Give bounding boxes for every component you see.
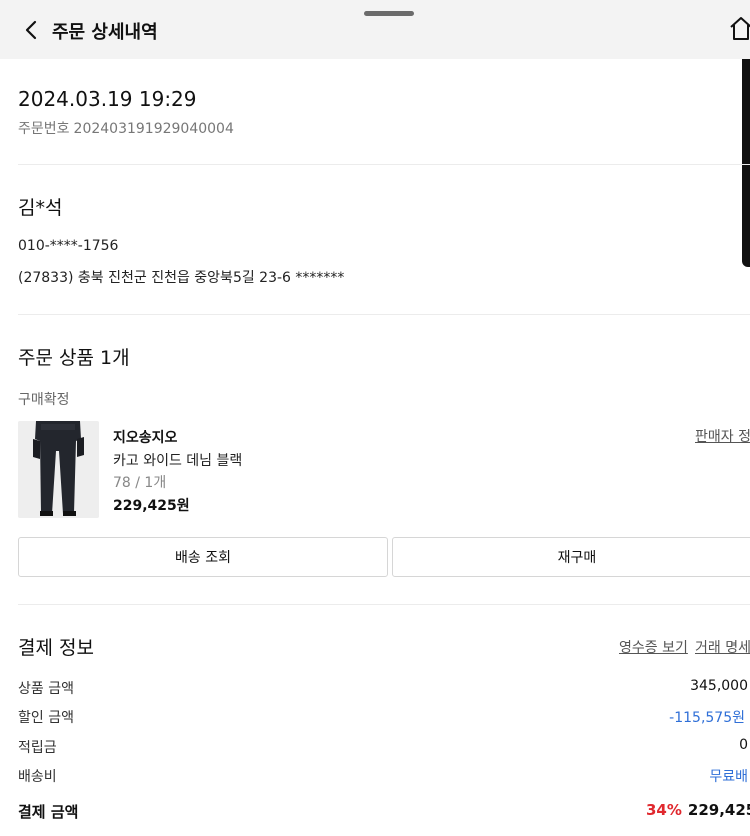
divider <box>18 604 750 605</box>
track-delivery-button[interactable]: 배송 조회 <box>18 537 388 577</box>
payment-info-title: 결제 정보 <box>18 637 94 659</box>
product-option: 78 / 1개 <box>113 475 167 491</box>
shipping-fee-value: 무료배 <box>709 769 748 785</box>
points-label: 적립금 <box>18 740 57 756</box>
order-number-label: 주문번호 <box>18 121 70 137</box>
transaction-statement-link[interactable]: 거래 명세 <box>695 637 750 657</box>
divider <box>18 164 750 165</box>
seller-info-link[interactable]: 판매자 정 <box>695 426 750 446</box>
points-value: 0 <box>739 737 748 753</box>
shipping-fee-label: 배송비 <box>18 769 57 785</box>
discount-amount-value: -115,575원 <box>669 710 745 726</box>
sheet-grabber-handle[interactable] <box>364 11 414 16</box>
order-status: 구매확정 <box>18 392 70 408</box>
order-datetime: 2024.03.19 19:29 <box>18 87 197 111</box>
home-button[interactable] <box>728 14 750 42</box>
rebuy-button[interactable]: 재구매 <box>392 537 750 577</box>
total-payment-value: 229,425 <box>687 801 750 819</box>
divider <box>18 314 750 315</box>
product-amount-label: 상품 금액 <box>18 681 74 697</box>
product-price: 229,425원 <box>113 498 190 514</box>
product-brand[interactable]: 지오송지오 <box>113 427 177 447</box>
chevron-left-icon <box>25 20 37 40</box>
discount-amount-label: 할인 금액 <box>18 710 74 726</box>
order-number: 주문번호 202403191929040004 <box>18 118 234 138</box>
back-button[interactable] <box>18 16 46 44</box>
product-amount-value: 345,000 <box>690 678 748 694</box>
home-icon <box>730 17 750 40</box>
ordered-items-title: 주문 상품 1개 <box>18 347 130 369</box>
recipient-name: 김*석 <box>18 197 63 219</box>
receipt-link[interactable]: 영수증 보기 <box>619 637 688 657</box>
scrollbar[interactable] <box>742 59 750 267</box>
pants-image <box>18 421 99 518</box>
recipient-phone: 010-****-1756 <box>18 238 119 254</box>
recipient-address: (27833) 충북 진천군 진천읍 중앙북5길 23-6 ******* <box>18 270 345 286</box>
total-payment-label: 결제 금액 <box>18 803 79 821</box>
total-payment: 34% 229,425 <box>646 801 750 819</box>
product-name[interactable]: 카고 와이드 데님 블랙 <box>113 450 242 470</box>
page-title: 주문 상세내역 <box>52 22 158 43</box>
product-thumbnail[interactable] <box>18 421 99 518</box>
discount-percent: 34% <box>646 801 682 819</box>
order-number-value: 202403191929040004 <box>73 121 234 137</box>
